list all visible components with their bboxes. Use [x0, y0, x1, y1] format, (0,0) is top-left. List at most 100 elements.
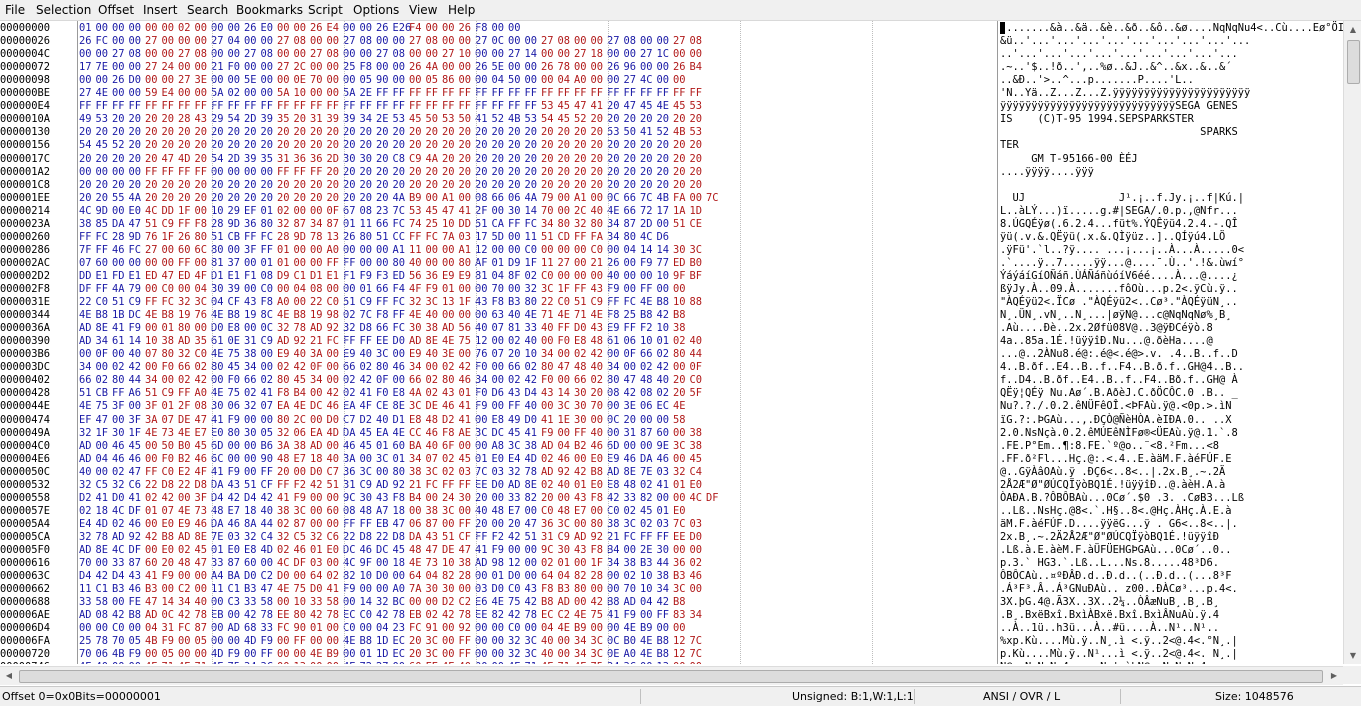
hex-byte[interactable]: 27: [624, 74, 640, 87]
hex-byte[interactable]: 46: [195, 518, 211, 531]
hex-byte[interactable]: 24: [442, 492, 458, 505]
hex-byte[interactable]: FC: [129, 244, 145, 257]
hex-byte[interactable]: 18: [591, 48, 607, 61]
hex-byte[interactable]: 27: [376, 661, 392, 664]
hex-byte[interactable]: 2E: [376, 113, 392, 126]
hex-byte[interactable]: 28: [277, 231, 293, 244]
hex-byte[interactable]: 00: [129, 400, 145, 413]
hex-byte[interactable]: 20: [442, 126, 458, 139]
hex-byte[interactable]: DD: [162, 205, 178, 218]
hex-byte[interactable]: 03: [657, 518, 673, 531]
hex-byte[interactable]: 02: [426, 387, 442, 400]
hex-byte[interactable]: 04: [211, 296, 227, 309]
hex-byte[interactable]: 00: [79, 48, 95, 61]
hex-byte[interactable]: 58: [261, 596, 277, 609]
hex-byte[interactable]: C0: [112, 622, 128, 635]
hex-byte[interactable]: 20: [376, 192, 392, 205]
hex-byte[interactable]: 36: [244, 218, 260, 231]
hex-byte[interactable]: 00: [574, 257, 590, 270]
hex-byte[interactable]: 30: [343, 153, 359, 166]
hex-byte[interactable]: 43: [195, 113, 211, 126]
hex-byte[interactable]: F9: [261, 635, 277, 648]
hex-byte[interactable]: 34: [96, 335, 112, 348]
hex-byte[interactable]: 27: [178, 48, 194, 61]
hex-byte[interactable]: 33: [525, 322, 541, 335]
hex-byte[interactable]: 00: [195, 22, 211, 35]
hex-byte[interactable]: D6: [492, 387, 508, 400]
hex-byte[interactable]: 80: [178, 322, 194, 335]
hex-byte[interactable]: 00: [690, 48, 706, 61]
hex-byte[interactable]: E9: [178, 518, 194, 531]
hex-byte[interactable]: 5E: [492, 61, 508, 74]
hex-byte[interactable]: A0: [624, 648, 640, 661]
hex-byte[interactable]: 42: [145, 531, 161, 544]
row-ascii[interactable]: ÿü(.v.&.QËÿü(.x.&.QÌÿüz..]..QÍÿú4.LÖ: [1000, 231, 1225, 244]
hex-byte[interactable]: 87: [228, 557, 244, 570]
hex-byte[interactable]: 1F: [162, 231, 178, 244]
hex-byte[interactable]: F8: [541, 583, 557, 596]
hex-byte[interactable]: 20: [310, 179, 326, 192]
hex-byte[interactable]: 00: [129, 35, 145, 48]
hex-byte[interactable]: 00: [393, 348, 409, 361]
hex-byte[interactable]: D0: [211, 322, 227, 335]
hex-byte[interactable]: 43: [426, 531, 442, 544]
hex-row[interactable]: 00000688 33 58 00 FE 47 14 34 40 00 C3 33…: [0, 596, 1343, 609]
hex-byte[interactable]: 48: [426, 414, 442, 427]
hex-byte[interactable]: 45: [426, 205, 442, 218]
hex-byte[interactable]: 00: [244, 414, 260, 427]
hex-byte[interactable]: 00: [657, 283, 673, 296]
hex-byte[interactable]: 27: [376, 48, 392, 61]
hex-byte[interactable]: 36: [541, 518, 557, 531]
hex-byte[interactable]: 04: [558, 440, 574, 453]
hex-byte[interactable]: 27: [442, 48, 458, 61]
hex-byte[interactable]: 00: [145, 440, 161, 453]
hex-byte[interactable]: 08: [640, 387, 656, 400]
hex-byte[interactable]: 56: [459, 322, 475, 335]
hex-byte[interactable]: 20: [343, 126, 359, 139]
hex-byte[interactable]: 00: [475, 661, 491, 664]
hex-byte[interactable]: 00: [673, 48, 689, 61]
hex-byte[interactable]: 2C: [294, 61, 310, 74]
hex-byte[interactable]: 00: [426, 257, 442, 270]
hex-byte[interactable]: 00: [607, 244, 623, 257]
hex-byte[interactable]: 3C: [508, 440, 524, 453]
hex-byte[interactable]: 00: [327, 283, 343, 296]
hex-byte[interactable]: C4: [690, 466, 706, 479]
hex-byte[interactable]: 01: [310, 544, 326, 557]
hex-byte[interactable]: EF: [79, 414, 95, 427]
hex-byte[interactable]: 00: [525, 74, 541, 87]
hex-byte[interactable]: 00: [244, 322, 260, 335]
hex-byte[interactable]: F9: [541, 427, 557, 440]
hex-byte[interactable]: C9: [360, 296, 376, 309]
hex-row[interactable]: 00000156 54 45 52 20 20 20 20 20 20 20 20…: [0, 139, 1343, 152]
hex-row[interactable]: 000007464E 40 00 00 4E 71 4E 71 4E 75 34…: [0, 661, 1343, 664]
hex-byte[interactable]: 34: [409, 361, 425, 374]
hex-byte[interactable]: 10: [360, 570, 376, 583]
hex-byte[interactable]: 14: [129, 335, 145, 348]
hex-byte[interactable]: 00: [96, 48, 112, 61]
hex-byte[interactable]: 46: [129, 453, 145, 466]
hex-byte[interactable]: BC: [393, 596, 409, 609]
hex-byte[interactable]: 53: [393, 113, 409, 126]
hex-byte[interactable]: 20: [129, 126, 145, 139]
hex-byte[interactable]: 20: [294, 192, 310, 205]
hex-byte[interactable]: F4: [409, 22, 425, 35]
hex-byte[interactable]: 8F: [508, 270, 524, 283]
hex-byte[interactable]: 3E: [624, 400, 640, 413]
hex-byte[interactable]: 00: [640, 440, 656, 453]
hex-byte[interactable]: 31: [310, 113, 326, 126]
hex-byte[interactable]: FF: [145, 100, 161, 113]
hex-row[interactable]: 000003DC 34 00 02 42 00 F0 66 02 80 45 34…: [0, 361, 1343, 374]
hex-row[interactable]: 00000000 01 00 00 00 00 00 02 00 00 00 26…: [0, 22, 1343, 35]
hex-byte[interactable]: C2: [261, 570, 277, 583]
hex-row[interactable]: 0000063C D4 42 D4 43 41 F9 00 00 A4 BA D0…: [0, 570, 1343, 583]
hex-byte[interactable]: 4C: [79, 205, 95, 218]
hex-byte[interactable]: 21: [211, 61, 227, 74]
hex-byte[interactable]: 03: [475, 583, 491, 596]
hex-byte[interactable]: 00: [492, 244, 508, 257]
hex-byte[interactable]: EC: [393, 635, 409, 648]
hex-byte[interactable]: 51: [475, 218, 491, 231]
hex-byte[interactable]: 25: [343, 61, 359, 74]
hex-byte[interactable]: 1F: [96, 427, 112, 440]
hex-byte[interactable]: 38: [244, 348, 260, 361]
